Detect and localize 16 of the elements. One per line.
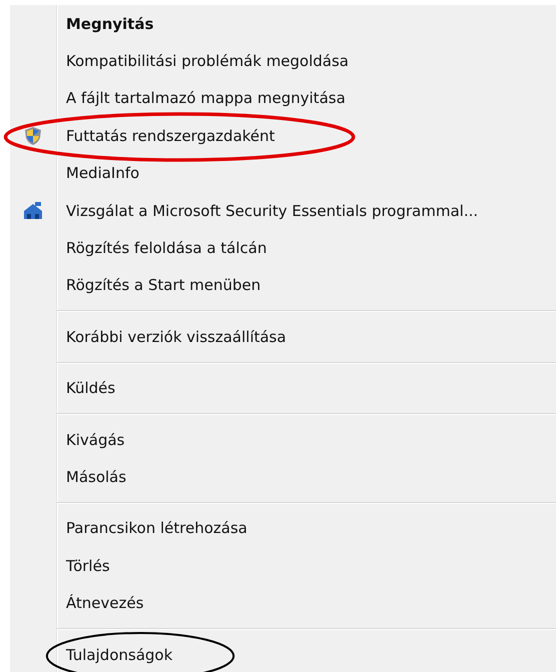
shield-icon [24,126,42,146]
menu-item[interactable]: Törlés [66,556,110,575]
menu-item[interactable]: Parancsikon létrehozása [66,519,248,538]
house-icon [23,202,43,220]
menu-item[interactable]: Megnyitás [66,14,154,33]
menu-item[interactable]: Rögzítés a Start menüben [66,276,261,294]
menu-item[interactable]: Kompatibilitási problémák megoldása [66,52,349,70]
menu-item[interactable]: Kivágás [66,430,125,449]
menu-item[interactable]: MediaInfo [66,164,140,182]
menu-item[interactable]: Vizsgálat a Microsoft Security Essentials programmal... [66,202,478,220]
menu-item[interactable]: Átnevezés [66,594,144,612]
menu-item[interactable]: Korábbi verziók visszaállítása [66,328,286,346]
menu-item[interactable]: Rögzítés feloldása a tálcán [66,239,267,258]
menu-item[interactable]: Másolás [66,468,126,486]
menu-item[interactable]: A fájlt tartalmazó mappa megnyitása [66,89,346,108]
menu-item[interactable]: Küldés [66,379,116,398]
